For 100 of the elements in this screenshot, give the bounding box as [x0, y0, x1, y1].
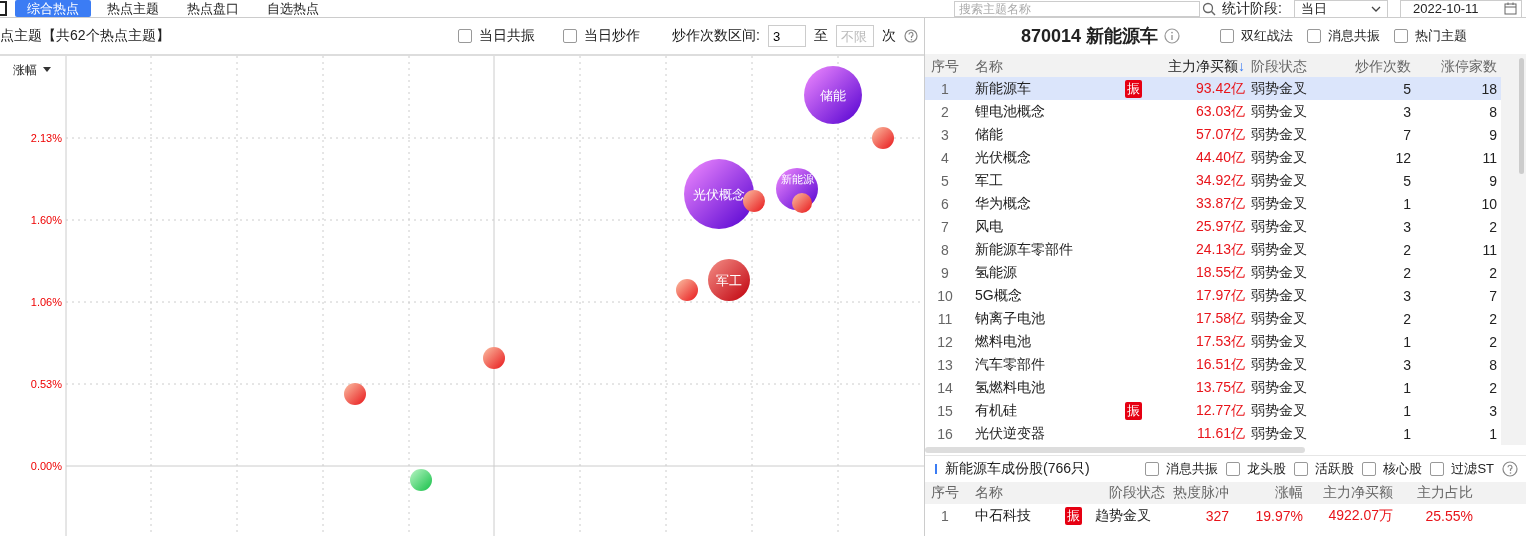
- table-cell-text: 2: [1488, 379, 1497, 396]
- vibration-badge: 振: [1065, 506, 1082, 525]
- table-cell-text: 3: [1402, 218, 1411, 235]
- period-dropdown[interactable]: 当日: [1294, 0, 1388, 18]
- table-row[interactable]: 5 军工 34.92亿 弱势金叉 5 9: [925, 169, 1501, 192]
- checkbox[interactable]: 双红战法: [1220, 27, 1294, 45]
- table-cell-text: 34.92亿: [1194, 171, 1245, 190]
- axis-label: 1.06%: [30, 296, 62, 308]
- checkbox[interactable]: 活跃股: [1294, 460, 1355, 478]
- tab[interactable]: 综合热点: [15, 0, 91, 17]
- column-header[interactable]: 涨幅: [1229, 484, 1303, 502]
- table-cell-text: 弱势金叉: [1250, 332, 1308, 351]
- column-header[interactable]: 名称: [965, 484, 1065, 502]
- column-header[interactable]: 主力净买额↓: [1155, 57, 1245, 76]
- table-cell-text: 2: [1488, 218, 1497, 235]
- table-cell-text: 华为概念: [974, 194, 1032, 213]
- table-cell-text: 风电: [974, 217, 1004, 236]
- tab[interactable]: 热点主题: [95, 0, 171, 17]
- table-cell-text: 储能: [974, 125, 1004, 144]
- row-number: 12: [936, 333, 954, 350]
- table-row[interactable]: 15 有机硅 振 12.77亿 弱势金叉 1 3: [925, 399, 1501, 422]
- checkbox[interactable]: 过滤ST: [1430, 460, 1494, 478]
- table-cell-text: 7: [1488, 287, 1497, 304]
- column-header[interactable]: 序号: [925, 57, 965, 76]
- table-cell-text: 新能源车零部件: [974, 240, 1074, 259]
- row-number: 14: [936, 379, 954, 396]
- tab[interactable]: 热点盘口: [175, 0, 251, 17]
- table-cell-text: 25.55%: [1424, 507, 1473, 524]
- table-row[interactable]: 9 氢能源 18.55亿 弱势金叉 2 2: [925, 261, 1501, 284]
- table-cell-text: 12: [1394, 149, 1411, 166]
- table-cell-text: 1: [1488, 425, 1497, 442]
- checkbox[interactable]: 核心股: [1362, 460, 1423, 478]
- table-cell-text: 氢燃料电池: [974, 378, 1046, 397]
- table-cell-text: 趋势金叉: [1095, 506, 1152, 525]
- table-row[interactable]: 2 锂电池概念 63.03亿 弱势金叉 3 8: [925, 100, 1501, 123]
- table-cell-text: 1: [1402, 379, 1411, 396]
- table-row[interactable]: 14 氢燃料电池 13.75亿 弱势金叉 1 2: [925, 376, 1501, 399]
- column-header[interactable]: 阶段状态: [1245, 57, 1321, 76]
- table-cell-text: 弱势金叉: [1250, 401, 1308, 420]
- table-cell-text: 光伏概念: [974, 148, 1032, 167]
- table-cell-text: 光伏逆变器: [974, 424, 1046, 443]
- column-header[interactable]: 涨停家数: [1411, 57, 1497, 76]
- table-cell-text: 弱势金叉: [1250, 309, 1308, 328]
- column-header[interactable]: 主力净买额: [1303, 484, 1393, 502]
- table-cell-text: 19.97%: [1254, 507, 1303, 524]
- section-title: 新能源车成份股(766只): [945, 460, 1090, 478]
- table-cell-text: 2: [1488, 310, 1497, 327]
- table-cell-text: 9: [1488, 126, 1497, 143]
- table-cell-text: 3: [1402, 103, 1411, 120]
- axis-label: 2.13%: [30, 132, 62, 144]
- table-row[interactable]: 11 钠离子电池 17.58亿 弱势金叉 2 2: [925, 307, 1501, 330]
- table-cell-text: 44.40亿: [1194, 148, 1245, 167]
- table-cell-text: 18: [1480, 80, 1497, 97]
- table-cell-text: 弱势金叉: [1250, 125, 1308, 144]
- table-row[interactable]: 1 新能源车 振 93.42亿 弱势金叉 5 18: [925, 77, 1501, 100]
- vibration-badge: 振: [1125, 79, 1142, 98]
- tab[interactable]: 自选热点: [255, 0, 331, 17]
- range-unit: 次: [882, 27, 896, 45]
- table-cell-text: 弱势金叉: [1250, 194, 1308, 213]
- table-row[interactable]: 3 储能 57.07亿 弱势金叉 7 9: [925, 123, 1501, 146]
- row-number: 8: [940, 241, 950, 258]
- table-cell-text: 2: [1402, 264, 1411, 281]
- column-header[interactable]: 阶段状态: [1095, 484, 1165, 502]
- checkbox[interactable]: 当日炒作: [563, 27, 641, 45]
- checkbox[interactable]: 热门主题: [1394, 27, 1468, 45]
- table-row[interactable]: 10 5G概念 17.97亿 弱势金叉 3 7: [925, 284, 1501, 307]
- column-header[interactable]: 主力占比: [1393, 484, 1473, 502]
- table-cell-text: 17.53亿: [1194, 332, 1245, 351]
- table-cell-text: 弱势金叉: [1250, 355, 1308, 374]
- table-row[interactable]: 4 光伏概念 44.40亿 弱势金叉 12 11: [925, 146, 1501, 169]
- column-header[interactable]: 热度脉冲: [1165, 484, 1229, 502]
- checkbox[interactable]: 当日共振: [458, 27, 536, 45]
- table-cell-text: 锂电池概念: [974, 102, 1046, 121]
- table-cell-text: 弱势金叉: [1250, 171, 1308, 190]
- range-to-field[interactable]: 不限: [836, 25, 874, 47]
- column-header[interactable]: 炒作次数: [1321, 57, 1411, 76]
- column-header[interactable]: 序号: [925, 484, 965, 502]
- search-field[interactable]: 搜索主题名称: [954, 0, 1201, 17]
- checkbox[interactable]: 龙头股: [1226, 460, 1287, 478]
- table-cell-text: 1: [1402, 333, 1411, 350]
- bubble-label: 储能: [820, 88, 846, 103]
- period-label: 统计阶段:: [1222, 0, 1282, 18]
- checkbox[interactable]: 消息共振: [1145, 460, 1219, 478]
- table-row[interactable]: 8 新能源车零部件 24.13亿 弱势金叉 2 11: [925, 238, 1501, 261]
- checkbox[interactable]: 消息共振: [1307, 27, 1381, 45]
- range-from-field[interactable]: 3: [768, 25, 806, 47]
- table-cell-text: 弱势金叉: [1250, 102, 1308, 121]
- table-cell-text: 8: [1488, 356, 1497, 373]
- table-cell-text: 18.55亿: [1194, 263, 1245, 282]
- table-cell-text: 燃料电池: [974, 332, 1032, 351]
- table-row[interactable]: 12 燃料电池 17.53亿 弱势金叉 1 2: [925, 330, 1501, 353]
- table-row[interactable]: 7 风电 25.97亿 弱势金叉 3 2: [925, 215, 1501, 238]
- date-field[interactable]: 2022-10-11: [1400, 0, 1522, 18]
- axis-label: 0.53%: [30, 378, 62, 390]
- bubble-label: 光伏概念: [693, 187, 745, 202]
- column-header[interactable]: 名称: [965, 57, 1125, 76]
- table-row[interactable]: 16 光伏逆变器 11.61亿 弱势金叉 1 1: [925, 422, 1501, 445]
- table-row[interactable]: 6 华为概念 33.87亿 弱势金叉 1 10: [925, 192, 1501, 215]
- table-row[interactable]: 13 汽车零部件 16.51亿 弱势金叉 3 8: [925, 353, 1501, 376]
- table-row[interactable]: 1 中石科技 振 趋势金叉 327 19.97% 4922.07万 25.55%: [925, 504, 1526, 527]
